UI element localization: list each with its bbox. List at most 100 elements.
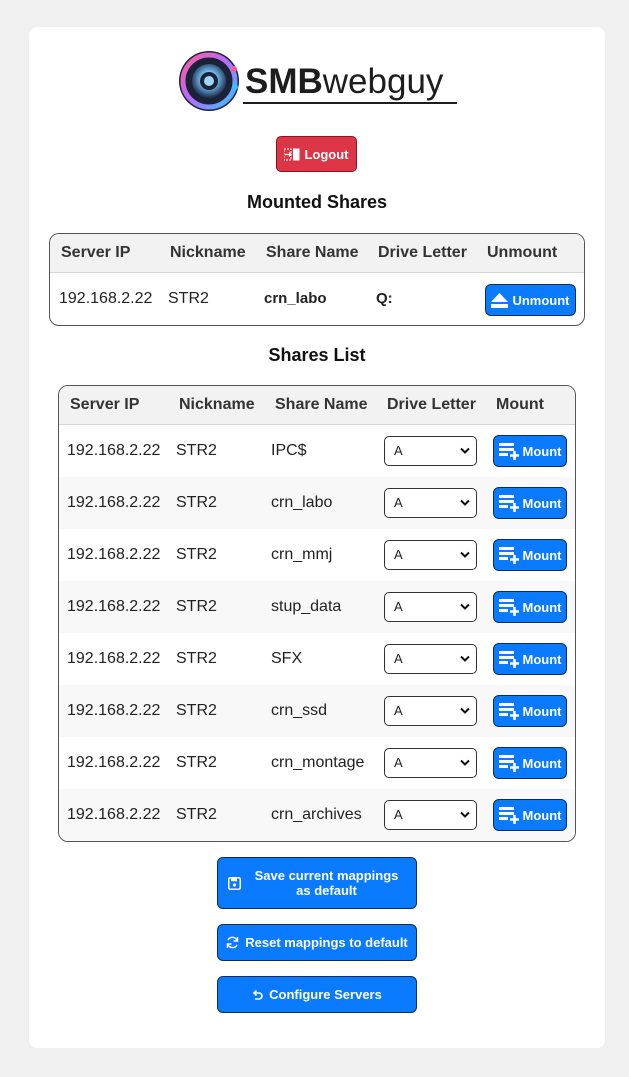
chevron-down-icon bbox=[460, 447, 470, 454]
drive-letter-value: A bbox=[394, 807, 403, 822]
drive-letter-select[interactable]: A bbox=[384, 644, 477, 674]
cell-nickname: STR2 bbox=[176, 702, 217, 719]
drive-letter-select[interactable]: A bbox=[384, 696, 477, 726]
add-drive-icon bbox=[498, 702, 519, 720]
share-row: 192.168.2.22 STR2 crn_labo A Mount bbox=[59, 477, 575, 529]
mount-button[interactable]: Mount bbox=[493, 695, 567, 727]
mount-label: Mount bbox=[522, 651, 562, 667]
cell-nickname: STR2 bbox=[176, 650, 217, 667]
cell-nickname: STR2 bbox=[176, 806, 217, 823]
logo: SMBwebguy bbox=[177, 49, 467, 115]
drive-letter-value: A bbox=[394, 703, 403, 718]
cell-nickname: STR2 bbox=[168, 290, 209, 307]
unmount-label: Unmount bbox=[512, 292, 570, 308]
chevron-down-icon bbox=[460, 603, 470, 610]
drive-letter-value: A bbox=[394, 443, 403, 458]
col-server-ip: Server IP bbox=[61, 244, 131, 261]
col-share-name: Share Name bbox=[275, 396, 368, 413]
add-drive-icon bbox=[498, 494, 519, 512]
col-unmount: Unmount bbox=[487, 244, 558, 261]
drive-letter-select[interactable]: A bbox=[384, 800, 477, 830]
share-row: 192.168.2.22 STR2 crn_montage A Mount bbox=[59, 737, 575, 789]
eject-icon bbox=[491, 292, 509, 308]
col-server-ip: Server IP bbox=[70, 396, 140, 413]
mount-label: Mount bbox=[522, 443, 562, 459]
chevron-down-icon bbox=[460, 759, 470, 766]
col-nickname: Nickname bbox=[179, 396, 255, 413]
col-nickname: Nickname bbox=[170, 244, 246, 261]
cell-server-ip: 192.168.2.22 bbox=[67, 702, 161, 719]
cell-nickname: STR2 bbox=[176, 442, 217, 459]
main-card: SMBwebguy Logout Mounted Shares Server I… bbox=[29, 27, 605, 1048]
cell-server-ip: 192.168.2.22 bbox=[67, 650, 161, 667]
mount-button[interactable]: Mount bbox=[493, 643, 567, 675]
share-row: 192.168.2.22 STR2 crn_ssd A Mount bbox=[59, 685, 575, 737]
add-drive-icon bbox=[498, 754, 519, 772]
drive-letter-value: A bbox=[394, 755, 403, 770]
mounted-table-header: Server IP Nickname Share Name Drive Lett… bbox=[50, 234, 584, 273]
undo-icon bbox=[253, 989, 263, 1000]
cell-server-ip: 192.168.2.22 bbox=[67, 598, 161, 615]
add-drive-icon bbox=[498, 598, 519, 616]
logout-button[interactable]: Logout bbox=[276, 136, 357, 172]
cell-nickname: STR2 bbox=[176, 494, 217, 511]
mount-button[interactable]: Mount bbox=[493, 799, 567, 831]
mount-label: Mount bbox=[522, 599, 562, 615]
save-icon bbox=[227, 876, 241, 890]
cell-share-name: crn_archives bbox=[271, 806, 362, 823]
mount-label: Mount bbox=[522, 755, 562, 771]
col-share-name: Share Name bbox=[266, 244, 359, 261]
reset-mappings-button[interactable]: Reset mappings to default bbox=[217, 924, 417, 961]
cell-share-name: crn_labo bbox=[264, 290, 327, 307]
drive-letter-select[interactable]: A bbox=[384, 748, 477, 778]
share-row: 192.168.2.22 STR2 stup_data A Mount bbox=[59, 581, 575, 633]
add-drive-icon bbox=[498, 442, 519, 460]
cell-share-name: crn_ssd bbox=[271, 702, 328, 719]
logo-underline bbox=[243, 102, 457, 104]
cell-drive-letter: Q: bbox=[376, 290, 393, 307]
unmount-button[interactable]: Unmount bbox=[485, 284, 576, 316]
drive-letter-value: A bbox=[394, 599, 403, 614]
col-drive-letter: Drive Letter bbox=[387, 396, 476, 413]
chevron-down-icon bbox=[460, 707, 470, 714]
mount-button[interactable]: Mount bbox=[493, 435, 567, 467]
add-drive-icon bbox=[498, 546, 519, 564]
mount-button[interactable]: Mount bbox=[493, 747, 567, 779]
drive-letter-value: A bbox=[394, 547, 403, 562]
drive-letter-select[interactable]: A bbox=[384, 540, 477, 570]
col-mount: Mount bbox=[496, 396, 544, 413]
refresh-icon bbox=[226, 936, 239, 949]
mounted-shares-title: Mounted Shares bbox=[246, 192, 388, 212]
cell-server-ip: 192.168.2.22 bbox=[67, 806, 161, 823]
chevron-down-icon bbox=[460, 655, 470, 662]
cell-server-ip: 192.168.2.22 bbox=[59, 290, 153, 307]
save-mappings-button[interactable]: Save current mappings as default bbox=[217, 857, 417, 909]
cell-share-name: SFX bbox=[271, 650, 303, 667]
mount-label: Mount bbox=[522, 807, 562, 823]
mount-button[interactable]: Mount bbox=[493, 539, 567, 571]
drive-letter-select[interactable]: A bbox=[384, 592, 477, 622]
mount-button[interactable]: Mount bbox=[493, 591, 567, 623]
mount-button[interactable]: Mount bbox=[493, 487, 567, 519]
col-drive-letter: Drive Letter bbox=[378, 244, 467, 261]
cell-server-ip: 192.168.2.22 bbox=[67, 494, 161, 511]
cell-share-name: crn_mmj bbox=[271, 546, 333, 563]
mount-label: Mount bbox=[522, 495, 562, 511]
drive-letter-select[interactable]: A bbox=[384, 488, 477, 518]
shares-list-table: Server IP Nickname Share Name Drive Lett… bbox=[58, 385, 576, 842]
cell-share-name: crn_labo bbox=[271, 494, 333, 511]
cell-share-name: IPC$ bbox=[271, 442, 307, 459]
cell-server-ip: 192.168.2.22 bbox=[67, 442, 161, 459]
configure-servers-label: Configure Servers bbox=[269, 987, 382, 1002]
drive-letter-value: A bbox=[394, 495, 403, 510]
logo-text-bold: SMB bbox=[245, 62, 323, 101]
configure-servers-button[interactable]: Configure Servers bbox=[217, 976, 417, 1013]
mount-label: Mount bbox=[522, 547, 562, 563]
chevron-down-icon bbox=[460, 811, 470, 818]
share-row: 192.168.2.22 STR2 crn_archives A Mount bbox=[59, 789, 575, 841]
drive-letter-select[interactable]: A bbox=[384, 436, 477, 466]
cell-nickname: STR2 bbox=[176, 546, 217, 563]
cell-share-name: stup_data bbox=[271, 598, 342, 615]
chevron-down-icon bbox=[460, 499, 470, 506]
logo-text-light: webguy bbox=[322, 62, 444, 101]
